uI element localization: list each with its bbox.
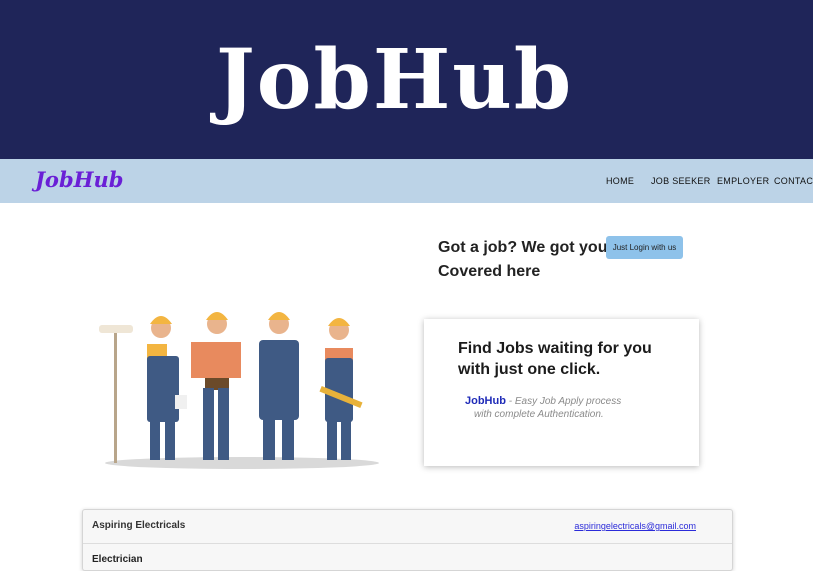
promo-card: Find Jobs waiting for you with just one … <box>424 319 699 466</box>
job-card-header: Aspiring Electricals aspiringelectricals… <box>83 510 732 544</box>
nav-link-contact[interactable]: CONTACT <box>774 176 813 186</box>
company-name: Aspiring Electricals <box>92 520 186 531</box>
job-listing-card[interactable]: Aspiring Electricals aspiringelectricals… <box>82 509 733 571</box>
hero-title: Got a job? We got you Covered here <box>438 239 608 280</box>
navbar: JobHub HOME JOB SEEKER EMPLOYER CONTACT <box>0 159 813 203</box>
login-button[interactable]: Just Login with us <box>606 236 683 259</box>
nav-link-job-seeker[interactable]: JOB SEEKER <box>651 176 711 186</box>
promo-heading: Find Jobs waiting for you with just one … <box>458 340 652 378</box>
nav-link-employer[interactable]: EMPLOYER <box>717 176 769 186</box>
nav-links: HOME JOB SEEKER EMPLOYER CONTACT <box>0 176 813 190</box>
promo-tagline-line2: with complete Authentication. <box>474 409 604 420</box>
promo-tagline: JobHub - Easy Job Apply process with com… <box>465 395 685 421</box>
banner: JobHub <box>0 0 813 159</box>
promo-brand: JobHub <box>465 395 506 407</box>
promo-tagline-line1: - Easy Job Apply process <box>508 396 622 407</box>
company-email-link[interactable]: aspiringelectricals@gmail.com <box>574 521 696 531</box>
construction-workers-illustration <box>99 312 379 469</box>
banner-title: JobHub <box>216 32 574 128</box>
nav-link-home[interactable]: HOME <box>606 176 634 186</box>
